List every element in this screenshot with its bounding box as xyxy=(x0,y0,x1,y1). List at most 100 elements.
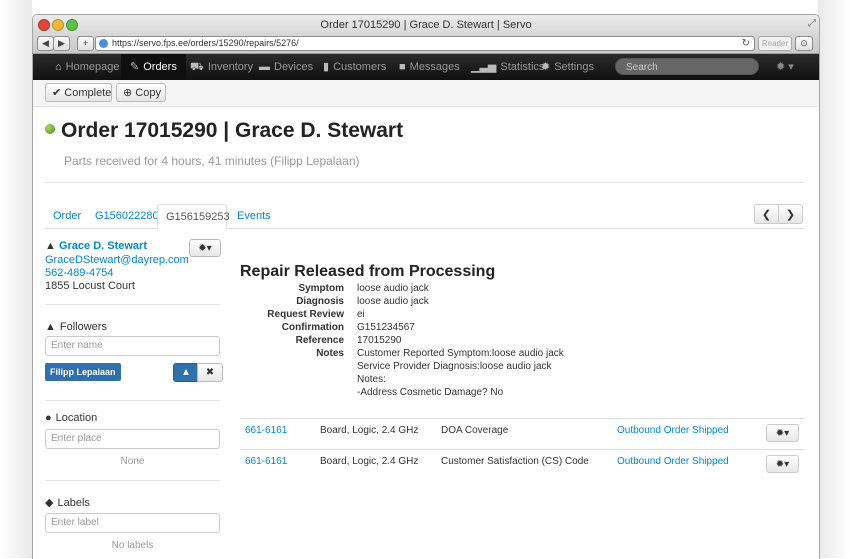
nav-orders-label: Orders xyxy=(143,61,177,73)
part-code-link[interactable]: 661-6161 xyxy=(245,425,287,436)
tab-order[interactable]: Order xyxy=(45,204,89,228)
tab-g156022280[interactable]: G156022280 xyxy=(87,204,167,228)
add-follower-button[interactable]: ▲ xyxy=(173,363,199,382)
page-title: Order 17015290 | Grace D. Stewart xyxy=(45,119,403,143)
symptom-value: loose audio jack xyxy=(357,283,429,294)
previous-button[interactable]: ❮ xyxy=(754,204,779,224)
notes-line: Notes: xyxy=(357,374,386,385)
nav-homepage[interactable]: ⌂ Homepage xyxy=(45,54,129,80)
wrench-icon: ✎ xyxy=(130,61,140,73)
divider xyxy=(45,304,220,305)
backdrop-right xyxy=(818,0,850,558)
customer-name-link[interactable]: Grace D. Stewart xyxy=(59,240,147,252)
complete-button[interactable]: ✔ Complete xyxy=(45,83,112,102)
part-options-button[interactable]: ✹▾ xyxy=(766,455,799,473)
main-navbar: ⌂ Homepage ✎ Orders ⛟ Inventory ▬ Devices ▮ C… xyxy=(33,54,819,80)
tab-g156159253[interactable]: G156159253 xyxy=(157,204,230,229)
customer-phone[interactable]: 562-489-4754 xyxy=(45,267,114,279)
notes-key: Notes xyxy=(316,348,344,359)
order-status-text: Parts received for 4 hours, 41 minutes (… xyxy=(64,154,360,168)
follower-chip[interactable]: Filipp Lepalaan xyxy=(45,363,121,381)
notes-line: Customer Reported Symptom:loose audio ja… xyxy=(357,348,564,359)
forward-button[interactable]: ▶ xyxy=(53,36,70,51)
status-dot-icon xyxy=(45,124,55,135)
customer-options-button[interactable]: ✹▾ xyxy=(189,239,221,257)
user-icon: ▲ xyxy=(181,367,191,378)
location-heading: ● Location xyxy=(45,412,97,424)
part-options-button[interactable]: ✹▾ xyxy=(766,424,799,442)
cog-icon: ✹ xyxy=(198,243,207,254)
reference-value: 17015290 xyxy=(357,335,402,346)
laptop-icon: ▬ xyxy=(259,61,270,73)
nav-devices[interactable]: ▬ Devices xyxy=(259,54,313,80)
cog-icon: ✹ xyxy=(775,459,785,470)
cart-icon: ⛟ xyxy=(190,61,204,73)
window-title: Order 17015290 | Grace D. Stewart | Serv… xyxy=(320,19,532,31)
nav-orders[interactable]: ✎ Orders xyxy=(121,54,186,80)
cog-icon: ✹ xyxy=(541,61,551,73)
tab-events[interactable]: Events xyxy=(229,204,279,228)
table-divider xyxy=(240,449,805,450)
reload-icon[interactable]: ↻ xyxy=(742,37,750,50)
label-input[interactable]: Enter label xyxy=(45,513,220,533)
part-description: Board, Logic, 2.4 GHz xyxy=(320,456,419,467)
location-empty-text: None xyxy=(120,456,145,467)
add-tab-button[interactable]: + xyxy=(77,36,94,51)
part-status-link[interactable]: Outbound Order Shipped xyxy=(617,425,729,436)
nav-inventory[interactable]: ⛟ Inventory xyxy=(190,54,253,80)
downloads-button[interactable]: ⊙ xyxy=(795,36,813,51)
search-input[interactable]: Search xyxy=(615,58,759,75)
check-icon: ✔ xyxy=(52,87,62,99)
reader-button[interactable]: Reader xyxy=(758,36,792,51)
nav-devices-label: Devices xyxy=(274,61,314,73)
part-status-link[interactable]: Outbound Order Shipped xyxy=(617,456,729,467)
signal-icon: ▁▃▅ xyxy=(471,61,497,73)
nav-homepage-label: Homepage xyxy=(65,61,120,73)
cog-icon: ✹ xyxy=(776,61,786,73)
url-text: https://servo.fps.ee/orders/15290/repair… xyxy=(112,38,299,48)
confirmation-key: Confirmation xyxy=(281,322,344,333)
nav-settings[interactable]: ✹ Settings xyxy=(541,54,594,80)
user-menu[interactable]: ✹ ▾ xyxy=(776,54,794,80)
nav-customers[interactable]: ▮ Customers xyxy=(323,54,386,80)
back-button[interactable]: ◀ xyxy=(37,36,54,51)
location-heading-text: Location xyxy=(55,412,98,424)
next-button[interactable]: ❯ xyxy=(778,204,803,224)
browser-toolbar: ◀ ▶ + https://servo.fps.ee/orders/15290/… xyxy=(33,34,819,54)
divider xyxy=(45,480,220,481)
complete-label: Complete xyxy=(64,87,112,99)
divider xyxy=(45,400,220,401)
part-coverage: DOA Coverage xyxy=(441,425,509,436)
nav-statistics-label: Statistics xyxy=(500,61,545,73)
labels-empty-text: No labels xyxy=(111,540,154,551)
part-coverage: Customer Satisfaction (CS) Code xyxy=(441,456,589,467)
customer-email[interactable]: GraceDStewart@dayrep.com xyxy=(45,254,189,266)
part-code-link[interactable]: 661-6161 xyxy=(245,456,287,467)
caret-down-icon: ▾ xyxy=(784,459,790,470)
follower-name-input[interactable]: Enter name xyxy=(45,336,220,356)
chevron-left-icon: ❮ xyxy=(761,209,772,221)
notes-line: Service Provider Diagnosis:loose audio j… xyxy=(357,361,552,372)
user-icon: ▲ xyxy=(45,240,56,252)
tab-bar: Order G156022280 G156159253 Events ❮ ❯ xyxy=(45,204,805,229)
chevron-right-icon: ❯ xyxy=(785,209,796,221)
copy-label: Copy xyxy=(135,87,161,99)
action-toolbar: ✔ Complete ⊕ Copy xyxy=(33,80,819,107)
fullscreen-icon[interactable]: ⤢ xyxy=(808,18,816,29)
address-bar[interactable]: https://servo.fps.ee/orders/15290/repair… xyxy=(95,36,755,51)
cog-icon: ✹ xyxy=(775,428,785,439)
comment-icon: ■ xyxy=(399,61,406,73)
location-input[interactable]: Enter place xyxy=(45,429,220,449)
user-icon: ▲ xyxy=(45,321,56,333)
copy-button[interactable]: ⊕ Copy xyxy=(116,83,166,102)
confirmation-value: G151234567 xyxy=(357,322,415,333)
globe-icon xyxy=(99,39,108,48)
remove-follower-button[interactable]: ✖ xyxy=(197,363,223,382)
nav-messages[interactable]: ■ Messages xyxy=(399,54,460,80)
nav-statistics[interactable]: ▁▃▅ Statistics xyxy=(471,54,544,80)
nav-settings-label: Settings xyxy=(554,61,594,73)
customer-name[interactable]: ▲ Grace D. Stewart xyxy=(45,240,147,252)
book-icon: ▮ xyxy=(323,61,330,73)
followers-heading-text: Followers xyxy=(59,321,107,333)
repair-title: Repair Released from Processing xyxy=(240,263,496,280)
